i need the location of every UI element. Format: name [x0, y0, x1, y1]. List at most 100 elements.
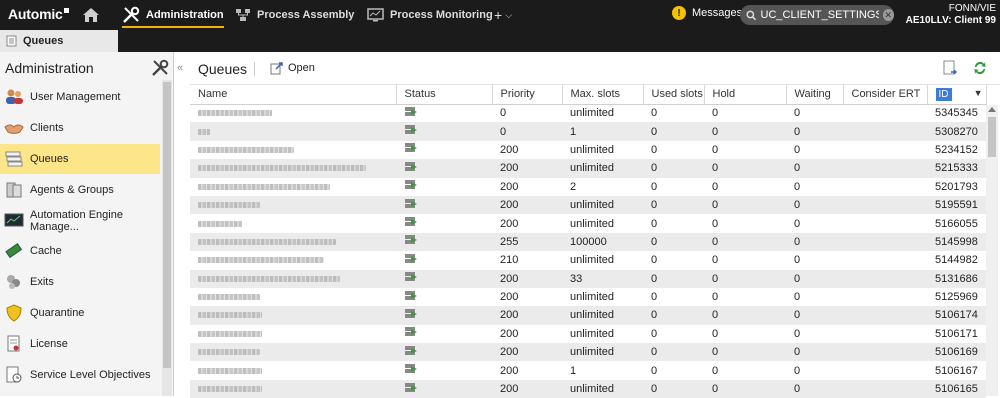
- cell-name: [190, 104, 396, 122]
- column-header-name[interactable]: Name: [190, 85, 397, 105]
- column-header-waiting[interactable]: Waiting: [786, 85, 844, 105]
- sidebar-item-quarantine[interactable]: Quarantine: [0, 298, 160, 329]
- cell-consider-ert: [843, 361, 927, 379]
- cell-hold: 0: [704, 122, 786, 141]
- table-scroll-thumb[interactable]: [988, 117, 996, 157]
- table-row[interactable]: 200 unlimited 0 0 0 5106169: [190, 343, 986, 362]
- table-row[interactable]: 200 unlimited 0 0 0 5215333: [190, 159, 986, 178]
- clear-search-icon[interactable]: ✕: [882, 9, 894, 21]
- sidebar-item-queues[interactable]: Queues: [0, 143, 160, 175]
- cell-id: 5166055: [935, 217, 978, 230]
- nav-process-assembly[interactable]: Process Assembly: [235, 0, 354, 30]
- cell-name: [190, 379, 396, 398]
- table-row[interactable]: 210 unlimited 0 0 0 5144982: [190, 251, 986, 269]
- column-menu-chevron-icon[interactable]: ▼: [974, 88, 983, 98]
- cell-used-slots: 0: [643, 232, 704, 252]
- cell-used-slots: 0: [651, 217, 658, 230]
- export-icon[interactable]: [942, 60, 958, 76]
- refresh-icon[interactable]: [972, 60, 988, 76]
- table-row[interactable]: 200 2 0 0 0 5201793: [190, 178, 986, 196]
- search-box[interactable]: ✕: [740, 5, 894, 25]
- column-header-id[interactable]: ID ▼: [927, 85, 987, 105]
- search-input[interactable]: [760, 9, 879, 21]
- redacted-queue-name: [198, 349, 260, 356]
- home-button[interactable]: [82, 0, 106, 30]
- app-logo[interactable]: Automic: [8, 6, 69, 22]
- column-header-used-slots[interactable]: Used slots: [643, 85, 705, 105]
- cell-status: [396, 178, 492, 196]
- cell-status: [396, 343, 492, 362]
- redacted-queue-name: [198, 312, 262, 319]
- cell-id: 5144982: [935, 254, 978, 267]
- sidebar-item-exits[interactable]: Exits: [0, 267, 160, 298]
- redacted-queue-name: [198, 330, 262, 337]
- sidebar-item-clients[interactable]: Clients: [0, 113, 160, 144]
- table-row[interactable]: 200 unlimited 0 0 0 5106165: [190, 379, 986, 398]
- table-row[interactable]: 200 unlimited 0 0 0 5195591: [190, 195, 986, 215]
- messages-button[interactable]: ! Messages: [672, 6, 742, 20]
- cell-waiting: 0: [794, 327, 801, 340]
- table-row[interactable]: 200 unlimited 0 0 0 5125969: [190, 288, 986, 306]
- sidebar-scrollbar[interactable]: [162, 80, 172, 396]
- sidebar-item-automation-engine[interactable]: Automation Engine Manage...: [0, 205, 160, 236]
- cell-used-slots: 0: [651, 327, 658, 340]
- nav-administration[interactable]: Administration: [122, 0, 224, 30]
- column-header-priority[interactable]: Priority: [492, 85, 563, 105]
- cell-hold: 0: [712, 143, 719, 156]
- nav-process-monitoring[interactable]: Process Monitoring: [367, 0, 493, 30]
- sidebar-item-user-management[interactable]: User Management: [0, 82, 160, 113]
- redacted-queue-name: [198, 183, 330, 190]
- column-header-hold[interactable]: Hold: [704, 85, 787, 105]
- sidebar-scroll-thumb[interactable]: [163, 82, 171, 368]
- header-icons: [942, 60, 988, 76]
- queue-status-icon: [405, 198, 417, 208]
- redacted-queue-name: [198, 220, 242, 227]
- column-header-max-slots[interactable]: Max. slots: [562, 85, 644, 105]
- cell-priority: 200: [500, 291, 519, 304]
- user-info[interactable]: FONN/VIE AE10LLV: Client 99: [906, 3, 996, 27]
- column-header-consider-ert[interactable]: Consider ERT: [843, 85, 928, 105]
- table-row[interactable]: 200 unlimited 0 0 0 5106171: [190, 325, 986, 343]
- add-perspective-button[interactable]: + ⌵: [494, 0, 512, 30]
- sidebar-item-label: Cache: [30, 245, 62, 258]
- cell-consider-ert: [843, 379, 927, 398]
- sidebar-item-license[interactable]: License: [0, 328, 160, 359]
- cell-priority: 200: [492, 269, 562, 288]
- cell-priority: 200: [500, 180, 519, 193]
- redacted-queue-name: [198, 110, 272, 117]
- table-scrollbar[interactable]: [986, 105, 998, 396]
- scroll-up-icon[interactable]: [988, 107, 996, 112]
- cell-priority: 0: [492, 122, 562, 141]
- cell-hold: 0: [712, 254, 719, 267]
- redacted-queue-name: [198, 257, 324, 264]
- table-row[interactable]: 200 unlimited 0 0 0 5234152: [190, 141, 986, 159]
- table-row[interactable]: 200 unlimited 0 0 0 5166055: [190, 214, 986, 232]
- cell-waiting: 0: [794, 217, 801, 230]
- table-row[interactable]: 200 1 0 0 0 5106167: [190, 361, 986, 379]
- sidebar-tools-button[interactable]: [150, 58, 170, 81]
- queue-status-icon: [405, 382, 417, 392]
- table-row[interactable]: 0 unlimited 0 0 0 5345345: [190, 104, 986, 122]
- cell-status: [396, 195, 492, 215]
- open-button[interactable]: Open: [270, 61, 315, 75]
- cell-waiting: 0: [786, 343, 843, 362]
- table-header-row: Name Status Priority Max. slots Used slo…: [190, 85, 987, 105]
- table-row[interactable]: 200 unlimited 0 0 0 5106174: [190, 306, 986, 325]
- collapse-sidebar-button[interactable]: «: [177, 62, 183, 74]
- redacted-queue-name: [198, 165, 366, 172]
- table-row[interactable]: 200 33 0 0 0 5131686: [190, 269, 986, 288]
- cell-status: [396, 159, 492, 178]
- sidebar-item-cache[interactable]: Cache: [0, 236, 160, 267]
- cell-hold: 0: [704, 379, 786, 398]
- sidebar-item-label: License: [30, 337, 68, 350]
- table-row[interactable]: 0 1 0 0 0 5308270: [190, 122, 986, 141]
- cell-name: [190, 195, 396, 215]
- sidebar-item-service-level-objectives[interactable]: Service Level Objectives: [0, 359, 160, 390]
- table-row[interactable]: 255 100000 0 0 0 5145998: [190, 232, 986, 252]
- cell-hold: 0: [712, 364, 719, 377]
- tab-queues[interactable]: Queues: [0, 30, 118, 52]
- sidebar-item-agents-groups[interactable]: Agents & Groups: [0, 174, 160, 205]
- cell-status: [396, 379, 492, 398]
- column-header-status[interactable]: Status: [396, 85, 493, 105]
- cell-max-slots: 33: [562, 269, 643, 288]
